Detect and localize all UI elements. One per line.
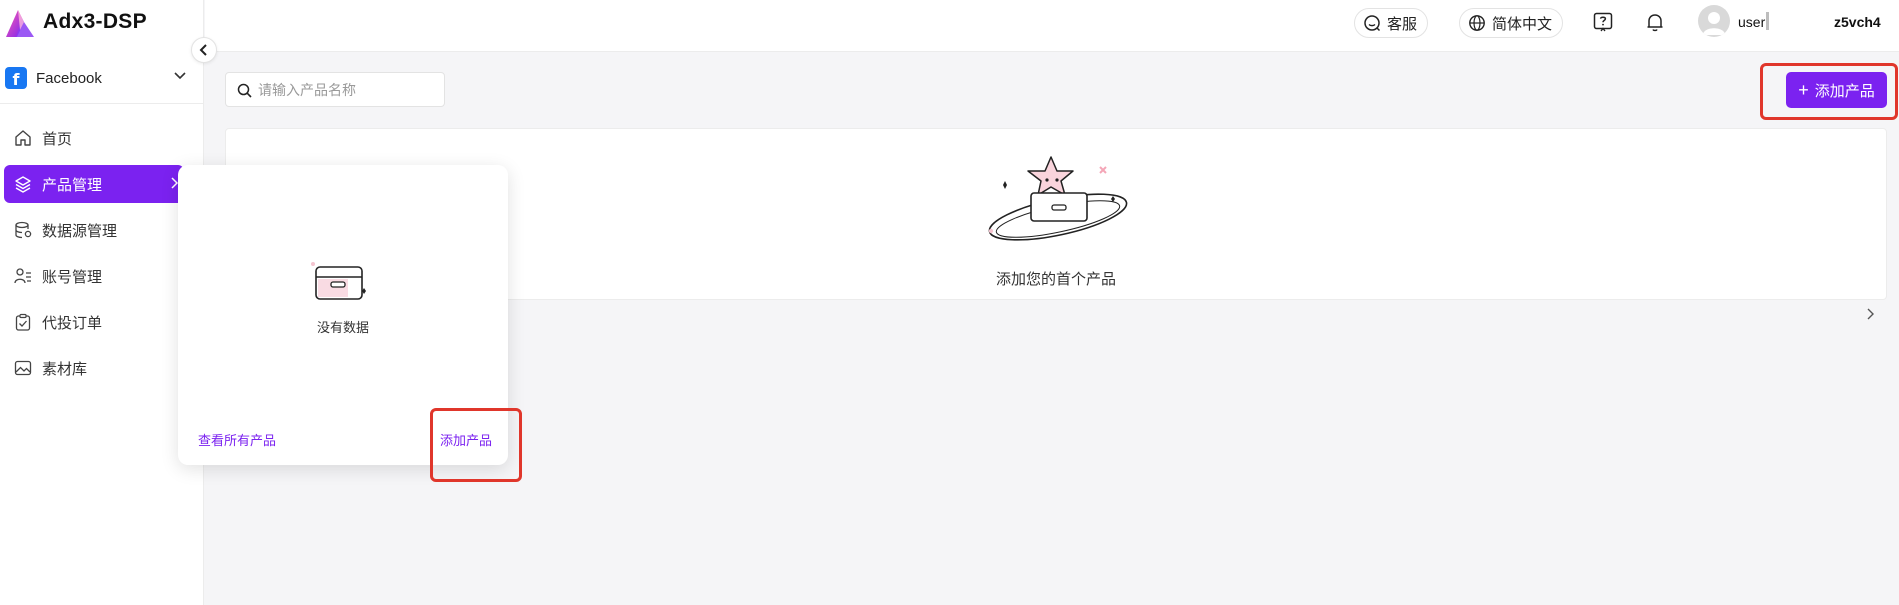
sidebar-item-label: 素材库	[42, 360, 88, 378]
help-icon[interactable]	[1592, 11, 1614, 33]
clipboard-check-icon	[15, 313, 31, 331]
empty-box-icon	[311, 262, 366, 300]
popover-empty-text: 没有数据	[316, 320, 369, 335]
globe-icon	[1469, 15, 1485, 31]
account-id[interactable]: z5vch4	[1834, 14, 1881, 30]
logo-row: Adx3-DSP	[0, 0, 204, 46]
image-icon	[14, 360, 32, 376]
database-icon	[15, 221, 32, 239]
app-logo-icon	[6, 10, 34, 37]
layers-icon	[15, 176, 31, 193]
sidebar-item-label: 产品管理	[42, 176, 103, 194]
language-selector[interactable]: 简体中文	[1459, 8, 1564, 38]
view-all-products-link[interactable]: 查看所有产品	[198, 430, 276, 449]
platform-selector[interactable]: f Facebook	[0, 62, 204, 104]
sidebar-collapse-button[interactable]	[191, 37, 217, 63]
product-search[interactable]	[225, 72, 445, 107]
facebook-icon: f	[5, 67, 27, 89]
app-title: Adx3-DSP	[43, 10, 147, 33]
user-avatar-icon	[1703, 12, 1725, 35]
support-button[interactable]: 客服	[1354, 8, 1429, 38]
bell-icon[interactable]	[1644, 11, 1666, 33]
chat-icon	[1364, 15, 1381, 32]
sidebar-item-home[interactable]: 首页	[4, 119, 184, 157]
username[interactable]: user	[1738, 14, 1765, 30]
plus-icon: +	[1798, 80, 1809, 100]
language-label: 简体中文	[1492, 15, 1553, 33]
chevron-right-icon[interactable]	[1866, 308, 1874, 320]
search-icon	[237, 83, 252, 98]
sidebar-item-accounts[interactable]: 账号管理	[4, 257, 184, 295]
sidebar-item-data-sources[interactable]: 数据源管理	[4, 211, 184, 249]
search-input[interactable]	[258, 79, 438, 101]
support-label: 客服	[1387, 15, 1418, 33]
chevron-left-icon	[199, 44, 207, 56]
platform-label: Facebook	[36, 70, 102, 87]
sidebar-item-label: 账号管理	[42, 268, 103, 286]
sidebar-item-label: 首页	[42, 130, 73, 148]
sidebar-item-products[interactable]: 产品管理	[4, 165, 184, 203]
sidebar-item-label: 代投订单	[42, 314, 103, 332]
sidebar-item-orders[interactable]: 代投订单	[4, 303, 184, 341]
user-list-icon	[14, 268, 31, 284]
chevron-right-icon	[171, 177, 178, 189]
add-product-button[interactable]: + 添加产品	[1786, 72, 1887, 108]
avatar[interactable]	[1698, 5, 1730, 37]
products-popover: 没有数据 查看所有产品 添加产品	[178, 165, 508, 465]
popover-add-product-link[interactable]: 添加产品	[440, 430, 492, 449]
empty-box-star-illustration-icon	[988, 156, 1128, 241]
sidebar: Adx3-DSP f Facebook 首页 产品管理 数据源管理 账号管理 代…	[0, 0, 217, 605]
username-divider	[1766, 12, 1769, 30]
chevron-down-icon	[174, 72, 186, 80]
sidebar-item-assets[interactable]: 素材库	[4, 349, 184, 387]
sidebar-item-label: 数据源管理	[42, 222, 118, 240]
add-product-label: 添加产品	[1814, 82, 1875, 100]
home-icon	[15, 130, 31, 146]
